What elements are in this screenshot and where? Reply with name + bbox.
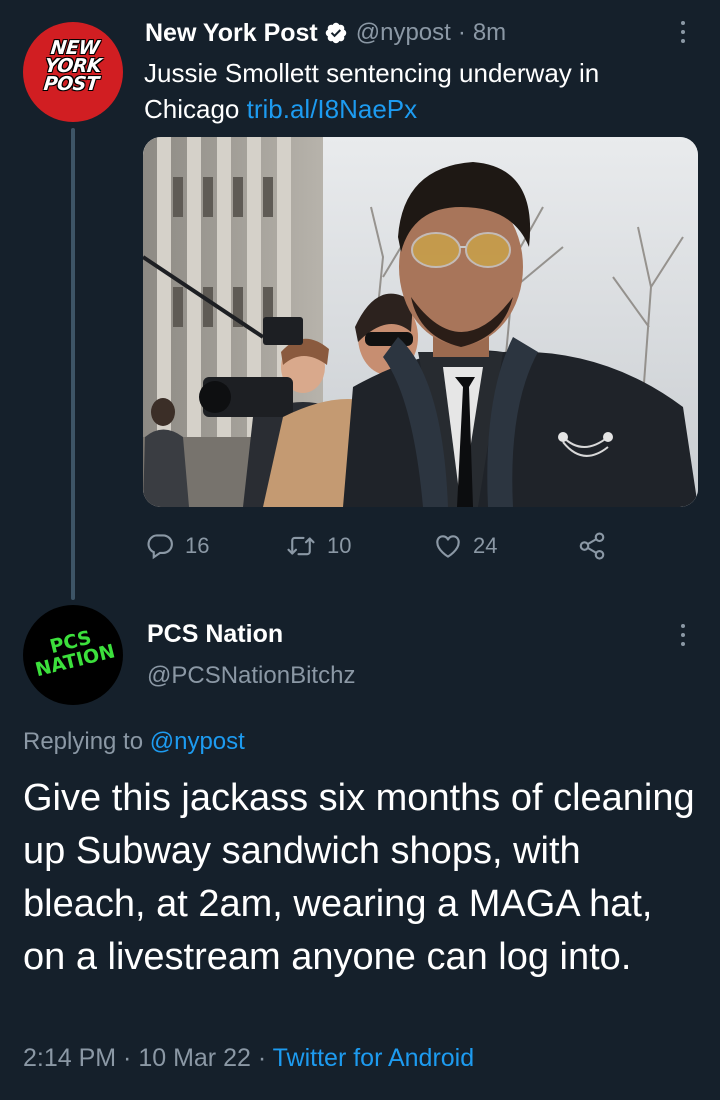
- retweet-icon: [287, 536, 315, 556]
- meta-separator-1: ·: [116, 1044, 139, 1072]
- replying-to-handle[interactable]: @nypost: [150, 728, 245, 755]
- more-options-icon[interactable]: [671, 14, 695, 50]
- tweet-thread-page: NEW YORK POST New York Post @nypost · 8m…: [0, 0, 720, 1100]
- tweet-actions: 16 10 24: [145, 526, 625, 566]
- pcs-nation-avatar[interactable]: PCS NATION: [23, 605, 123, 705]
- reply-button[interactable]: 16: [145, 526, 209, 566]
- like-icon: [436, 535, 460, 558]
- pcs-nation-logo: PCS NATION: [33, 626, 118, 682]
- tweet-link[interactable]: trib.al/I8NaePx: [247, 94, 418, 124]
- reply-icon: [147, 534, 173, 560]
- reply-date[interactable]: 10 Mar 22: [138, 1044, 251, 1072]
- thread-connector-line: [71, 128, 75, 600]
- reply-count: 16: [185, 533, 210, 558]
- retweet-button[interactable]: 10: [285, 526, 351, 566]
- meta-separator-2: ·: [250, 1044, 273, 1072]
- share-button[interactable]: [577, 526, 607, 566]
- nypost-logo: NEW YORK POST: [42, 37, 103, 95]
- replying-to-label: Replying to: [23, 728, 150, 755]
- tweet-source[interactable]: Twitter for Android: [273, 1044, 474, 1072]
- verified-badge-icon: [325, 22, 346, 44]
- reply-tweet-meta: 2:14 PM · 10 Mar 22 · Twitter for Androi…: [23, 1044, 474, 1073]
- share-icon: [579, 532, 605, 560]
- reply-display-name[interactable]: PCS Nation: [147, 620, 283, 649]
- reply-handle[interactable]: @PCSNationBitchz: [147, 662, 355, 690]
- retweet-count: 10: [327, 533, 352, 558]
- parent-tweet[interactable]: NEW YORK POST New York Post @nypost · 8m…: [0, 0, 720, 600]
- reply-more-options-icon[interactable]: [671, 617, 695, 653]
- nypost-avatar[interactable]: NEW YORK POST: [23, 22, 123, 122]
- parent-timestamp[interactable]: 8m: [473, 19, 506, 47]
- like-button[interactable]: 24: [433, 526, 497, 566]
- parent-tweet-text: Jussie Smollett sentencing underway in C…: [144, 55, 684, 127]
- parent-tweet-header: New York Post @nypost · 8m: [145, 14, 506, 52]
- photo-illustration: [143, 137, 698, 507]
- like-count: 24: [473, 533, 498, 558]
- replying-to-line: Replying to @nypost: [23, 728, 245, 756]
- header-separator: ·: [457, 19, 466, 46]
- parent-display-name[interactable]: New York Post: [145, 19, 318, 48]
- parent-handle[interactable]: @nypost: [356, 19, 451, 47]
- tweet-photo[interactable]: [143, 137, 698, 507]
- reply-time[interactable]: 2:14 PM: [23, 1044, 116, 1072]
- reply-tweet-text: Give this jackass six months of cleaning…: [23, 777, 695, 978]
